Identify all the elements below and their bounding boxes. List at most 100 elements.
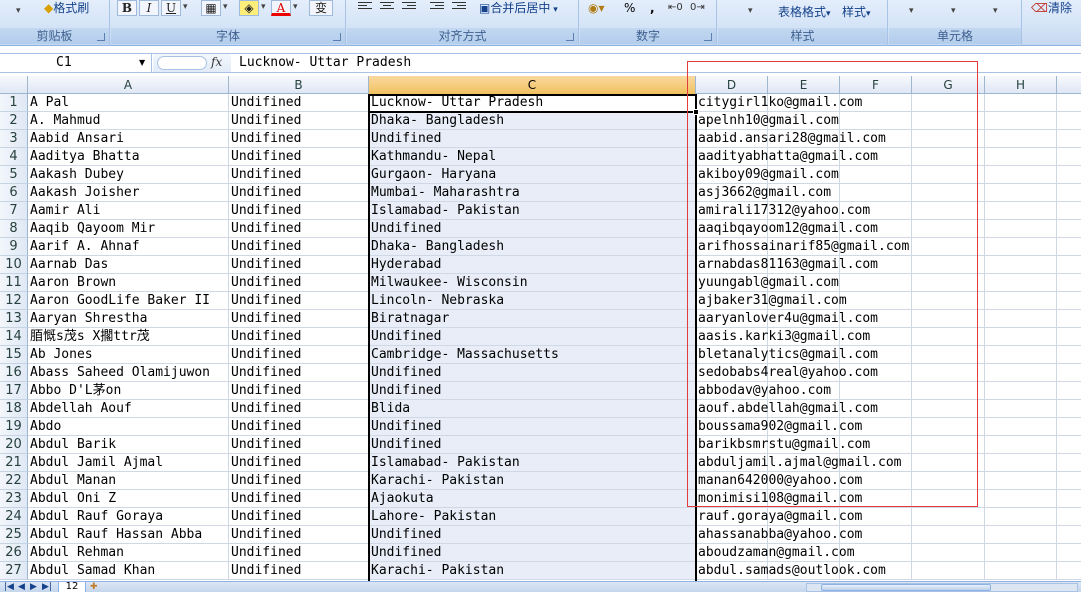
phonetic-button[interactable]: 变	[309, 0, 333, 16]
cell-i[interactable]	[1057, 274, 1081, 292]
cell-a[interactable]: Ab Jones	[28, 346, 229, 364]
row-header[interactable]: 14	[0, 328, 28, 346]
cell-d[interactable]: arnabdas81163@gmail.com	[696, 256, 878, 274]
cell-c[interactable]: Milwaukee- Wisconsin	[369, 274, 696, 292]
font-color-dropdown-icon[interactable]: ▾	[293, 2, 298, 12]
cell-a[interactable]: Aamir Ali	[28, 202, 229, 220]
currency-format-icon[interactable]: ◉▾	[588, 0, 605, 18]
cell-h[interactable]	[985, 328, 1057, 346]
cell-d[interactable]: apelnh10@gmail.com	[696, 112, 839, 130]
row-header[interactable]: 12	[0, 292, 28, 310]
cell-c[interactable]: Dhaka- Bangladesh	[369, 112, 696, 130]
align-right-icon[interactable]	[399, 0, 419, 14]
cell-d[interactable]: akiboy09@gmail.com	[696, 166, 839, 184]
cell-h[interactable]	[985, 526, 1057, 544]
cell-i[interactable]	[1057, 526, 1081, 544]
alignment-launcher-icon[interactable]	[566, 33, 574, 41]
cell-styles-button[interactable]: 样式▾	[842, 4, 871, 22]
last-sheet-icon[interactable]: ▶|	[42, 582, 52, 592]
cell-b[interactable]: Undifined	[229, 148, 369, 166]
cell-d[interactable]: arifhossainarif85@gmail.com	[696, 238, 909, 256]
cell-i[interactable]	[1057, 382, 1081, 400]
cell-i[interactable]	[1057, 112, 1081, 130]
row-header[interactable]: 22	[0, 472, 28, 490]
cell-c[interactable]: Undifined	[369, 436, 696, 454]
cell-c[interactable]: Undifined	[369, 544, 696, 562]
cell-g[interactable]	[912, 382, 985, 400]
cell-g[interactable]	[912, 202, 985, 220]
cell-b[interactable]: Undifined	[229, 544, 369, 562]
cell-g[interactable]	[912, 328, 985, 346]
cell-h[interactable]	[985, 400, 1057, 418]
cell-h[interactable]	[985, 382, 1057, 400]
fill-color-dropdown-icon[interactable]: ▾	[261, 2, 266, 12]
cell-h[interactable]	[985, 346, 1057, 364]
cell-i[interactable]	[1057, 562, 1081, 580]
cell-d[interactable]: yuungabl@gmail.com	[696, 274, 839, 292]
cell-g[interactable]	[912, 544, 985, 562]
cell-b[interactable]: Undifined	[229, 166, 369, 184]
cell-c[interactable]: Undifined	[369, 526, 696, 544]
cell-g[interactable]	[912, 148, 985, 166]
row-header[interactable]: 19	[0, 418, 28, 436]
borders-button[interactable]: ▦	[201, 0, 221, 16]
cell-h[interactable]	[985, 454, 1057, 472]
worksheet-grid[interactable]: A B C D E F G H 1A Pal Undifined Lucknow- …	[0, 76, 1081, 581]
delete-dropdown-icon[interactable]: ▾	[951, 6, 956, 16]
cell-i[interactable]	[1057, 472, 1081, 490]
cell-a[interactable]: Aarif A. Ahnaf	[28, 238, 229, 256]
cell-d[interactable]: ahassanabba@yahoo.com	[696, 526, 862, 544]
cell-a[interactable]: Aaditya Bhatta	[28, 148, 229, 166]
cell-c[interactable]: Gurgaon- Haryana	[369, 166, 696, 184]
row-header[interactable]: 16	[0, 364, 28, 382]
cell-c[interactable]: Islamabad- Pakistan	[369, 202, 696, 220]
cell-d[interactable]: barikbsmrstu@gmail.com	[696, 436, 870, 454]
cell-g[interactable]	[912, 112, 985, 130]
cell-b[interactable]: Undifined	[229, 418, 369, 436]
cell-h[interactable]	[985, 292, 1057, 310]
italic-button[interactable]: I	[139, 0, 159, 16]
cell-a[interactable]: Abdul Samad Khan	[28, 562, 229, 580]
cell-d[interactable]: aouf.abdellah@gmail.com	[696, 400, 878, 418]
cell-h[interactable]	[985, 148, 1057, 166]
cell-a[interactable]: Abdul Rauf Goraya	[28, 508, 229, 526]
formula-cancel-enter-oval[interactable]	[157, 56, 207, 70]
decrease-decimal-icon[interactable]: 0⇥	[690, 0, 705, 18]
row-header[interactable]: 4	[0, 148, 28, 166]
cell-g[interactable]	[912, 562, 985, 580]
conditional-format-dropdown-icon[interactable]: ▾	[748, 6, 753, 16]
row-header[interactable]: 6	[0, 184, 28, 202]
cell-c[interactable]: Karachi- Pakistan	[369, 472, 696, 490]
fill-color-button[interactable]: ◈	[239, 0, 259, 16]
format-dropdown-icon[interactable]: ▾	[993, 6, 998, 16]
name-box[interactable]: C1	[0, 54, 152, 72]
cell-i[interactable]	[1057, 130, 1081, 148]
cell-d[interactable]: aaryanlover4u@gmail.com	[696, 310, 878, 328]
cell-c[interactable]: Dhaka- Bangladesh	[369, 238, 696, 256]
cell-i[interactable]	[1057, 202, 1081, 220]
percent-button[interactable]: %	[624, 0, 635, 18]
column-header-h[interactable]: H	[985, 76, 1057, 94]
decrease-indent-icon[interactable]	[427, 0, 447, 14]
cell-d[interactable]: bletanalytics@gmail.com	[696, 346, 878, 364]
cell-b[interactable]: Undifined	[229, 238, 369, 256]
prev-sheet-icon[interactable]: ◀	[18, 582, 25, 592]
cell-a[interactable]: 脜慨s茂s X擱ttr茂	[28, 328, 229, 346]
cell-h[interactable]	[985, 364, 1057, 382]
row-header[interactable]: 23	[0, 490, 28, 508]
cell-a[interactable]: Abdul Barik	[28, 436, 229, 454]
cell-f[interactable]	[840, 166, 912, 184]
cell-i[interactable]	[1057, 292, 1081, 310]
cell-i[interactable]	[1057, 184, 1081, 202]
cell-b[interactable]: Undifined	[229, 382, 369, 400]
horizontal-scroll-thumb[interactable]	[821, 584, 991, 591]
cell-b[interactable]: Undifined	[229, 508, 369, 526]
cell-h[interactable]	[985, 130, 1057, 148]
column-header-b[interactable]: B	[229, 76, 369, 94]
cell-c[interactable]: Undifined	[369, 328, 696, 346]
cell-g[interactable]	[912, 454, 985, 472]
row-header[interactable]: 3	[0, 130, 28, 148]
cell-g[interactable]	[912, 94, 985, 112]
column-header-g[interactable]: G	[912, 76, 985, 94]
cell-i[interactable]	[1057, 328, 1081, 346]
